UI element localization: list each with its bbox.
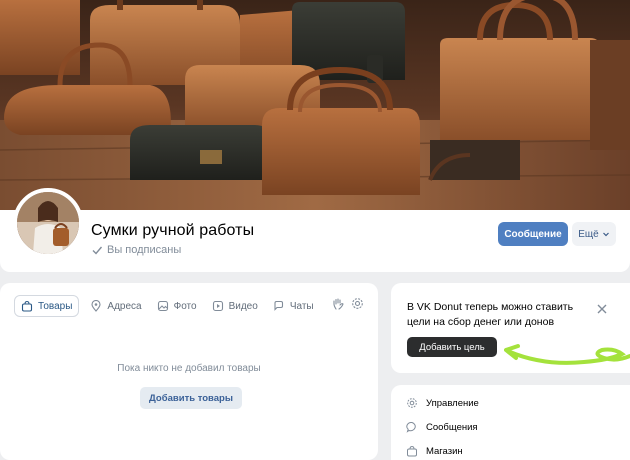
video-icon [212,300,223,312]
menu-item-shop[interactable]: Магазин [391,439,630,460]
group-title: Сумки ручной работы [91,222,255,239]
tab-addresses[interactable]: Адреса [86,295,145,317]
tab-photos[interactable]: Фото [153,295,201,317]
chevron-down-icon [602,232,609,237]
menu-item-management[interactable]: Управление [391,391,630,415]
gear-icon[interactable] [351,297,364,310]
shop-bag-icon [407,445,417,457]
more-button[interactable]: Ещё [572,222,616,246]
highlight-arrow-icon [504,344,630,365]
donut-promo-text: В VK Donut теперь можно ставить цели на … [407,301,574,328]
tab-label: Чаты [289,300,314,312]
add-goods-button[interactable]: Добавить товары [140,387,242,409]
goods-empty-text: Пока никто не добавил товары [117,363,261,374]
menu-item-label: Магазин [426,445,463,457]
subscription-status[interactable]: Вы подписаны [91,244,181,256]
menu-item-label: Сообщения [426,421,478,433]
tab-tools [332,297,364,310]
content-card: Товары Адреса Фото Видео Чаты Пока никто… [0,283,378,460]
group-avatar[interactable] [13,188,83,258]
message-button[interactable]: Сообщение [498,222,568,246]
chat-icon [274,300,283,311]
photo-icon [157,300,168,312]
tab-chats[interactable]: Чаты [269,295,318,317]
tab-goods[interactable]: Товары [14,295,80,317]
tab-label: Фото [173,300,197,312]
tab-label: Товары [38,300,73,312]
more-label: Ещё [578,228,599,240]
cover-image [0,0,630,210]
content-tabs: Товары Адреса Фото Видео Чаты [14,295,325,317]
tab-label: Адреса [107,300,142,312]
menu-item-messages[interactable]: Сообщения [391,415,630,439]
add-goal-button[interactable]: Добавить цель [407,337,497,357]
menu-item-label: Управление [426,397,479,409]
tab-videos[interactable]: Видео [208,295,262,317]
hand-wave-icon[interactable] [332,297,345,310]
side-menu: Управление Сообщения Магазин [391,385,630,460]
close-icon[interactable] [596,303,608,315]
subscription-label: Вы подписаны [107,244,182,256]
chat-bubble-icon [406,421,416,433]
bag-icon [21,300,33,312]
check-icon [92,246,103,255]
location-pin-icon [91,300,101,312]
group-header: Сумки ручной работы Вы подписаны Сообщен… [0,0,630,272]
tab-label: Видео [228,300,258,312]
gear-icon [407,398,417,408]
